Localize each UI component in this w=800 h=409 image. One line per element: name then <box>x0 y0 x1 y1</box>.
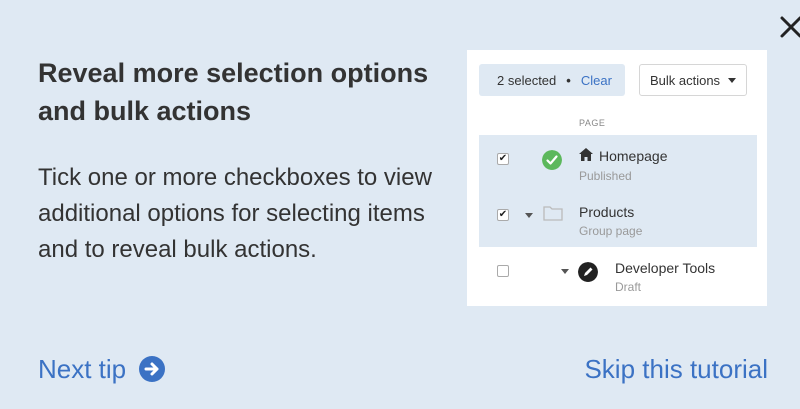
expand-caret-icon[interactable] <box>561 269 569 274</box>
check-circle-icon <box>542 150 562 170</box>
selection-summary: 2 selected • Clear <box>479 64 625 96</box>
caret-down-icon <box>728 77 737 83</box>
tip-title: Reveal more selection options and bulk a… <box>38 58 429 126</box>
bulk-actions-button[interactable]: Bulk actions <box>639 64 747 96</box>
page-name[interactable]: Products <box>579 204 634 220</box>
close-button[interactable] <box>778 14 800 40</box>
skip-tutorial-link[interactable]: Skip this tutorial <box>584 352 768 386</box>
selected-count: 2 selected <box>497 72 557 88</box>
clear-selection-link[interactable]: Clear <box>581 73 612 88</box>
page-status: Published <box>579 169 632 183</box>
close-icon <box>780 16 800 38</box>
row-checkbox[interactable] <box>497 265 509 277</box>
page-row-homepage[interactable]: ✔ Homepage Published <box>479 135 757 191</box>
page-name[interactable]: Homepage <box>599 148 668 164</box>
page-name[interactable]: Developer Tools <box>615 260 715 276</box>
page-row-products[interactable]: ✔ Products Group page <box>479 191 757 247</box>
column-header-page: PAGE <box>579 118 606 128</box>
arrow-right-circle-icon <box>139 356 166 382</box>
tip-description: Tick one or more checkboxes to view addi… <box>38 164 432 263</box>
page-status: Group page <box>579 224 643 238</box>
preview-card: 2 selected • Clear Bulk actions PAGE ✔ H… <box>467 50 767 306</box>
next-tip-link[interactable]: Next tip <box>38 352 166 386</box>
bulk-actions-label: Bulk actions <box>649 72 721 88</box>
page-status: Draft <box>615 280 642 294</box>
page-row-developer-tools[interactable]: Developer Tools Draft <box>479 247 757 303</box>
expand-caret-icon[interactable] <box>525 213 533 218</box>
row-checkbox[interactable]: ✔ <box>497 153 509 165</box>
row-checkbox[interactable]: ✔ <box>497 209 509 221</box>
separator-dot: • <box>566 72 571 88</box>
next-tip-label: Next tip <box>38 353 127 384</box>
home-icon <box>579 148 593 161</box>
pencil-circle-icon <box>578 262 598 282</box>
folder-icon <box>543 206 563 221</box>
